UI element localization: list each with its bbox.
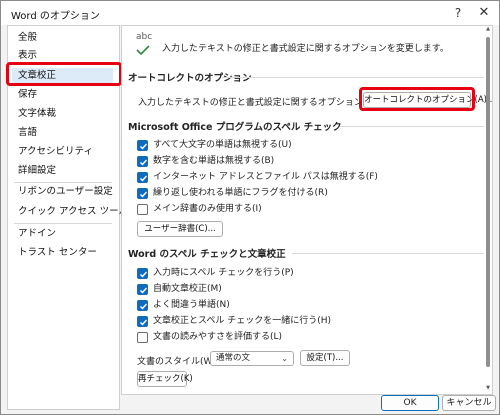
chevron-down-icon: ⌄ (281, 354, 288, 363)
option-label: メイン辞書のみ使用する(I) (153, 204, 262, 214)
option-label: 自動文章校正(M) (153, 284, 222, 294)
checkbox-checked-icon[interactable] (137, 316, 148, 327)
sidebar-item-quick-access-toolbar[interactable]: クイック アクセス ツール バー (12, 204, 150, 220)
ok-button[interactable]: OK (381, 395, 439, 411)
section-divider (292, 253, 484, 254)
scroll-up-icon[interactable]: ▲ (485, 26, 491, 32)
highlight-box (6, 62, 122, 86)
section-heading-office-spelling: Microsoft Office プログラムのスペル チェック (128, 122, 342, 133)
sidebar-item-trust-center[interactable]: トラスト センター (12, 245, 113, 261)
sidebar-item-save[interactable]: 保存 (12, 87, 113, 103)
option-label: すべて大文字の単語は無視する(U) (153, 140, 292, 150)
checkbox-checked-icon[interactable] (137, 156, 148, 167)
checkbox-unchecked-icon[interactable] (137, 204, 148, 215)
checkbox-unchecked-icon[interactable] (137, 332, 148, 343)
option-label: 文書の読みやすさを評価する(L) (153, 332, 283, 342)
section-divider (222, 77, 484, 78)
sidebar-item-customize-ribbon[interactable]: リボンのユーザー設定 (12, 184, 113, 200)
sidebar-divider (14, 182, 112, 183)
section-divider (340, 126, 484, 127)
checkbox-checked-icon[interactable] (137, 300, 148, 311)
spelling-abc-icon: abc (136, 32, 160, 58)
sidebar-item-accessibility[interactable]: アクセシビリティ (12, 144, 113, 160)
writing-style-select[interactable]: 通常の文 ⌄ (210, 351, 294, 366)
scroll-down-icon[interactable]: ▼ (485, 385, 491, 391)
option-label: 文章校正とスペル チェックを一緒に行う(H) (153, 316, 332, 326)
checkbox-checked-icon[interactable] (137, 188, 148, 199)
checkbox-checked-icon[interactable] (137, 268, 148, 279)
option-label: 数字を含む単語は無視する(B) (153, 156, 275, 166)
sidebar-divider (14, 223, 112, 224)
recheck-document-button[interactable]: 再チェック(K) (137, 371, 193, 387)
settings-button[interactable]: 設定(T)... (300, 350, 350, 366)
sidebar-item-advanced[interactable]: 詳細設定 (12, 163, 113, 179)
option-label: 繰り返し使われる単語にフラグを付ける(R) (153, 188, 328, 198)
checkbox-checked-icon[interactable] (137, 284, 148, 295)
scroll-thumb[interactable] (486, 37, 490, 367)
option-label: よく間違う単語(N) (153, 300, 230, 310)
writing-style-label: 文書のスタイル(W): (137, 357, 219, 367)
highlight-box (359, 87, 475, 111)
scrollbar[interactable]: ▲ ▼ (485, 25, 491, 393)
sidebar-item-typography[interactable]: 文字体裁 (12, 106, 113, 122)
cancel-button[interactable]: キャンセル (442, 395, 496, 411)
proofing-panel: abc 入力したテキストの修正と書式設定に関するオプションを変更します。 オート… (121, 25, 493, 395)
help-icon[interactable]: ? (447, 3, 469, 23)
checkbox-checked-icon[interactable] (137, 172, 148, 183)
custom-dictionaries-button[interactable]: ユーザー辞書(C)... (137, 221, 223, 237)
window-title: Word のオプション (11, 11, 100, 22)
close-icon[interactable]: ✕ (473, 3, 495, 23)
sidebar-item-language[interactable]: 言語 (12, 125, 113, 141)
title-bar: Word のオプション ? ✕ (1, 1, 499, 25)
writing-style-value: 通常の文 (216, 353, 251, 363)
section-heading-word-spelling: Word のスペル チェックと文章校正 (128, 249, 286, 260)
word-options-dialog: Word のオプション ? ✕ 全般 表示 文章校正 保存 文字体裁 言語 アク… (0, 0, 500, 415)
sidebar-item-general[interactable]: 全般 (12, 30, 113, 46)
checkbox-checked-icon[interactable] (137, 140, 148, 151)
option-label: インターネット アドレスとファイル パスは無視する(F) (153, 172, 378, 182)
option-label: 入力時にスペル チェックを行う(P) (153, 268, 294, 278)
sidebar-item-addins[interactable]: アドイン (12, 226, 113, 242)
intro-text: 入力したテキストの修正と書式設定に関するオプションを変更します。 (162, 44, 449, 54)
